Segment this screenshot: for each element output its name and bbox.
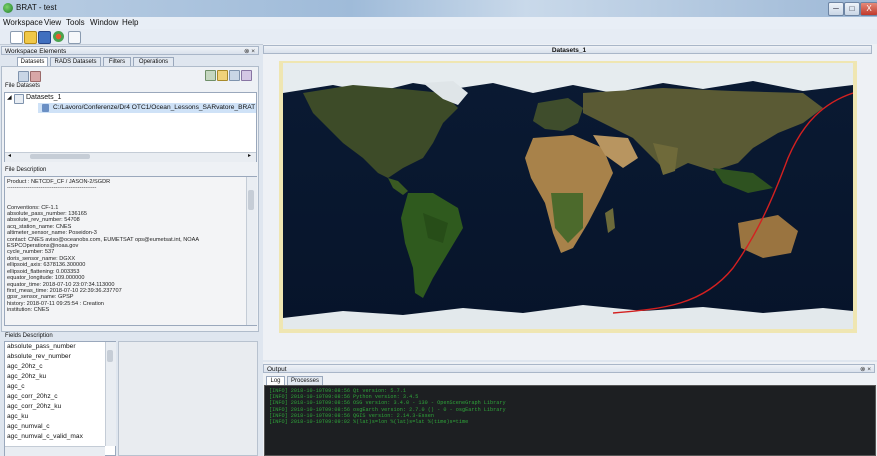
file-description-label: File Description	[5, 167, 47, 173]
file-description-box[interactable]: Product : NETCDF_CF / JASON-2/SGDR ------…	[4, 176, 257, 326]
field-item[interactable]: agc_c	[7, 382, 113, 392]
dataset-folder-icon	[14, 94, 24, 104]
menu-window[interactable]: Window	[90, 18, 118, 27]
description-scroll-thumb[interactable]	[248, 190, 254, 210]
fields-horizontal-scrollbar[interactable]	[5, 446, 105, 456]
tree-expand-icon[interactable]: ◢	[7, 94, 12, 101]
workspace-panel-title: Workspace Elements	[5, 48, 67, 55]
maximize-button[interactable]: □	[844, 2, 860, 16]
tree-item-dataset[interactable]: Datasets_1	[26, 94, 61, 101]
output-pin-close-icon[interactable]: ⊗ ×	[860, 365, 871, 374]
output-panel-header: Output ⊗ ×	[263, 364, 875, 373]
map-panel-header: Datasets_1	[263, 45, 872, 54]
menu-workspace[interactable]: Workspace	[3, 18, 43, 27]
window-title: BRAT - test	[16, 3, 57, 12]
field-item[interactable]: agc_ku	[7, 412, 113, 422]
main-toolbar	[0, 29, 877, 45]
field-item[interactable]: agc_corr_20hz_c	[7, 392, 113, 402]
panel-pin-close-icon[interactable]: ⊗ ×	[244, 47, 255, 56]
field-item[interactable]: agc_20hz_ku	[7, 372, 113, 382]
fields-description-label: Fields Description	[5, 333, 53, 339]
tab-log[interactable]: Log	[266, 376, 285, 385]
tab-filters[interactable]: Filters	[103, 57, 131, 66]
file-icon	[42, 104, 49, 112]
new-file-icon[interactable]	[10, 31, 23, 44]
output-panel-title: Output	[267, 366, 287, 373]
tab-processes[interactable]: Processes	[287, 376, 323, 385]
menu-view[interactable]: View	[44, 18, 61, 27]
field-item[interactable]: agc_numval_c_valid_max	[7, 432, 113, 442]
scroll-left-icon[interactable]: ◂	[8, 152, 11, 159]
fields-list: absolute_pass_number absolute_rev_number a…	[4, 341, 116, 456]
field-item[interactable]: agc_20hz_c	[7, 362, 113, 372]
dataset-tool-4-icon[interactable]	[241, 70, 252, 81]
dataset-tool-3-icon[interactable]	[229, 70, 240, 81]
field-item[interactable]: absolute_pass_number	[7, 342, 113, 352]
description-line: institution: CNES	[7, 307, 50, 314]
menu-help[interactable]: Help	[122, 18, 138, 27]
open-folder-icon[interactable]	[24, 31, 37, 44]
save-icon[interactable]	[38, 31, 51, 44]
tab-operations[interactable]: Operations	[133, 57, 174, 66]
scroll-right-icon[interactable]: ▸	[248, 152, 251, 159]
title-bar	[0, 0, 877, 17]
minimize-button[interactable]: ─	[828, 2, 844, 16]
export-icon[interactable]	[68, 31, 81, 44]
tree-scroll-thumb[interactable]	[30, 154, 90, 159]
field-details-area	[118, 341, 258, 456]
delete-dataset-icon[interactable]	[30, 71, 41, 82]
map-panel-title: Datasets_1	[551, 47, 587, 54]
tab-datasets[interactable]: Datasets	[17, 57, 48, 66]
fields-scroll-thumb[interactable]	[107, 350, 113, 362]
world-map-view[interactable]	[283, 63, 853, 329]
tree-item-file[interactable]: C:/Lavoro/Conferenze/Dr4 OTC1/Ocean_Less…	[53, 104, 255, 111]
tab-rads-datasets[interactable]: RADS Datasets	[50, 57, 101, 66]
close-button[interactable]: X	[860, 2, 877, 16]
log-line: [INFO] 2018-10-10T09:09:02 %(lat)s=lon %…	[269, 419, 469, 426]
brat-app-icon	[3, 3, 13, 13]
field-item[interactable]: absolute_rev_number	[7, 352, 113, 362]
dataset-tool-1-icon[interactable]	[205, 70, 216, 81]
field-item[interactable]: agc_numval_c	[7, 422, 113, 432]
add-dataset-icon[interactable]	[18, 71, 29, 82]
settings-icon[interactable]	[53, 31, 64, 42]
log-console[interactable]: [INFO] 2018-10-10T09:08:56 Qt version: 5…	[264, 385, 876, 456]
field-item[interactable]: agc_corr_20hz_ku	[7, 402, 113, 412]
workspace-panel-header: Workspace Elements ⊗ ×	[1, 46, 259, 55]
dataset-tool-2-icon[interactable]	[217, 70, 228, 81]
menu-tools[interactable]: Tools	[66, 18, 85, 27]
file-datasets-label: File Datasets	[5, 83, 41, 89]
